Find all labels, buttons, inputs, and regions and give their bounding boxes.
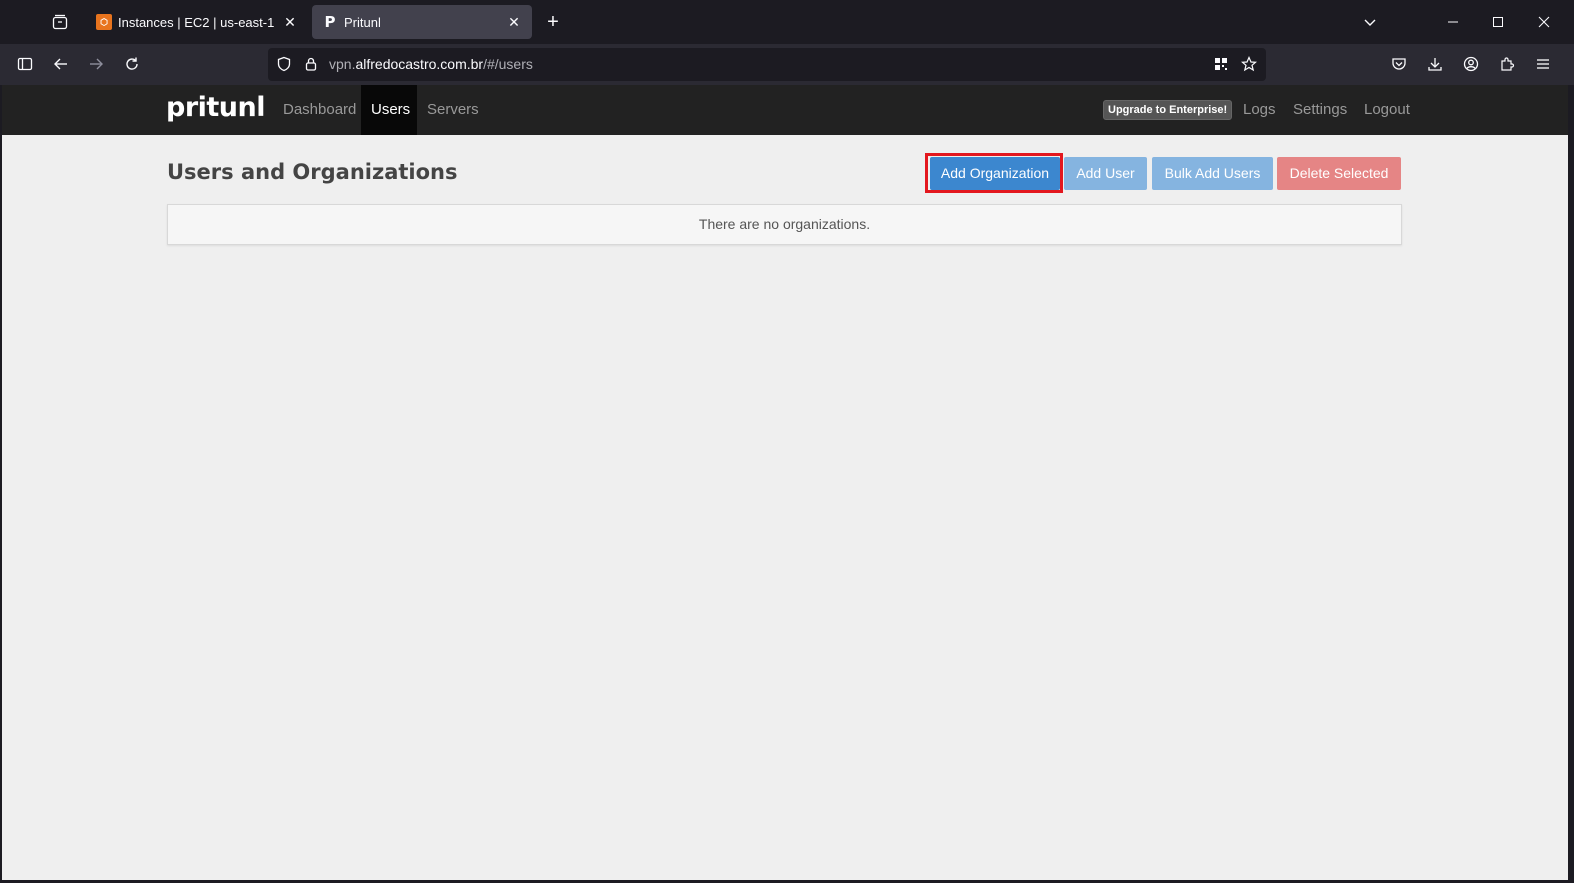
lock-icon — [305, 57, 317, 71]
minimize-button[interactable] — [1438, 8, 1468, 36]
account-icon — [1463, 56, 1479, 72]
app-navbar: pritunl Dashboard Users Servers Upgrade … — [2, 85, 1568, 135]
window-frame-left — [0, 85, 2, 883]
maximize-icon — [1493, 17, 1503, 27]
window-close-button[interactable] — [1529, 8, 1559, 36]
add-user-button[interactable]: Add User — [1064, 157, 1147, 190]
nav-dashboard[interactable]: Dashboard — [273, 85, 366, 135]
browser-tab-strip: ⬡ Instances | EC2 | us-east-1 ✕ P Pritun… — [0, 0, 1574, 44]
nav-users[interactable]: Users — [361, 85, 417, 135]
tab-ec2-instances[interactable]: ⬡ Instances | EC2 | us-east-1 ✕ — [86, 5, 308, 39]
bulk-add-users-button[interactable]: Bulk Add Users — [1152, 157, 1273, 190]
tab-title: Instances | EC2 | us-east-1 — [118, 14, 275, 30]
qr-code-icon — [1215, 58, 1227, 70]
minimize-icon — [1448, 21, 1458, 23]
pocket-icon — [1392, 58, 1406, 70]
address-bar[interactable]: vpn.alfredocastro.com.br/#/users — [268, 48, 1266, 81]
account-button[interactable] — [1456, 50, 1486, 78]
nav-logout[interactable]: Logout — [1354, 85, 1420, 135]
site-info-button[interactable] — [301, 54, 321, 74]
browser-nav-bar: vpn.alfredocastro.com.br/#/users — [0, 44, 1574, 85]
window-frame-right — [1568, 85, 1574, 883]
forward-button[interactable] — [81, 50, 111, 78]
tab-pritunl[interactable]: P Pritunl ✕ — [312, 5, 532, 39]
download-icon — [1428, 58, 1442, 71]
close-icon — [1538, 16, 1550, 28]
reload-button[interactable] — [117, 50, 147, 78]
star-icon — [1241, 56, 1257, 72]
url-path: /#/users — [483, 56, 533, 72]
bookmark-button[interactable] — [1239, 54, 1259, 74]
back-button[interactable] — [46, 50, 76, 78]
nav-servers[interactable]: Servers — [417, 85, 489, 135]
nav-settings[interactable]: Settings — [1283, 85, 1357, 135]
add-organization-button[interactable]: Add Organization — [930, 157, 1060, 190]
pocket-button[interactable] — [1384, 50, 1414, 78]
brand-logo[interactable]: pritunl — [166, 92, 266, 123]
aws-icon: ⬡ — [96, 14, 112, 30]
page-title: Users and Organizations — [167, 160, 458, 184]
sidebar-toggle-button[interactable] — [10, 50, 40, 78]
delete-selected-button[interactable]: Delete Selected — [1277, 157, 1401, 190]
tab-title: Pritunl — [344, 14, 381, 30]
tab-overview-button[interactable] — [44, 8, 76, 36]
url-prefix: vpn. — [329, 56, 356, 72]
qr-code-button[interactable] — [1211, 54, 1231, 74]
tab-overview-icon — [52, 14, 68, 30]
close-icon[interactable]: ✕ — [282, 14, 298, 30]
tracking-protection-icon[interactable] — [274, 54, 294, 74]
url-text[interactable]: vpn.alfredocastro.com.br/#/users — [329, 56, 533, 72]
back-arrow-icon — [54, 58, 67, 70]
hamburger-menu-icon — [1537, 59, 1549, 69]
downloads-button[interactable] — [1420, 50, 1450, 78]
reload-icon — [126, 57, 138, 70]
app-menu-button[interactable] — [1528, 50, 1558, 78]
forward-arrow-icon — [90, 58, 103, 70]
maximize-button[interactable] — [1483, 8, 1513, 36]
nav-logs[interactable]: Logs — [1233, 85, 1286, 135]
close-icon[interactable]: ✕ — [506, 14, 522, 30]
page-content: pritunl Dashboard Users Servers Upgrade … — [2, 85, 1568, 880]
empty-organizations-message: There are no organizations. — [167, 204, 1402, 245]
list-all-tabs-button[interactable] — [1355, 8, 1385, 36]
shield-icon — [277, 56, 291, 72]
extensions-button[interactable] — [1492, 50, 1522, 78]
pritunl-icon: P — [324, 13, 336, 31]
url-domain: alfredocastro.com.br — [355, 56, 484, 72]
sidebar-icon — [17, 57, 33, 71]
new-tab-button[interactable]: + — [540, 10, 566, 36]
chevron-down-icon — [1364, 19, 1376, 26]
puzzle-icon — [1501, 57, 1515, 71]
upgrade-enterprise-button[interactable]: Upgrade to Enterprise! — [1103, 100, 1233, 120]
